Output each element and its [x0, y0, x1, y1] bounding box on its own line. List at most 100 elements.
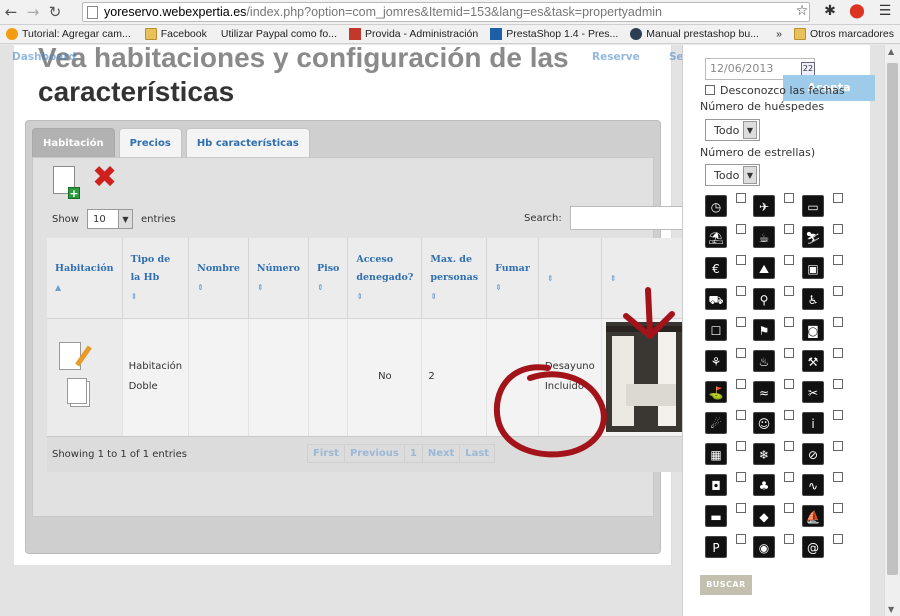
facility-checkbox[interactable] [736, 317, 746, 327]
tab-precios[interactable]: Precios [118, 128, 182, 157]
chevron-down-icon: ▼ [743, 166, 757, 184]
facility-checkbox[interactable] [736, 224, 746, 234]
stars-select[interactable]: Todo ▼ [705, 164, 760, 186]
facility-checkbox[interactable] [784, 286, 794, 296]
facility-checkbox[interactable] [784, 193, 794, 203]
nav-reserve[interactable]: Reserve [592, 51, 640, 63]
delete-icon[interactable]: ✖ [92, 162, 117, 194]
bookmarks-overflow[interactable]: » [776, 28, 782, 40]
facility-checkbox[interactable] [784, 441, 794, 451]
facility-checkbox[interactable] [736, 348, 746, 358]
cell-piso [308, 318, 349, 436]
sort-icon: ⇕ [356, 290, 364, 301]
facility-checkbox[interactable] [736, 379, 746, 389]
facility-checkbox[interactable] [833, 193, 843, 203]
bookmark-facebook[interactable]: Facebook [144, 28, 207, 40]
facility-checkbox[interactable] [833, 410, 843, 420]
col-fumar[interactable]: Fumar ⇕ [486, 238, 539, 319]
facility-checkbox[interactable] [784, 410, 794, 420]
scrollbar[interactable]: ▲ ▼ [884, 45, 900, 616]
pager-page-1[interactable]: 1 [405, 445, 423, 462]
col-numero[interactable]: Número ⇕ [248, 238, 309, 319]
facility-checkbox[interactable] [784, 503, 794, 513]
facility-checkbox[interactable] [784, 255, 794, 265]
url-host: yoreservo.webexpertia.es [104, 5, 247, 19]
facility-checkbox[interactable] [784, 472, 794, 482]
bookmark-prestashop[interactable]: PrestaShop 1.4 - Pres... [490, 28, 618, 40]
pager-first[interactable]: First [308, 445, 345, 462]
menu-icon[interactable]: ☰ [876, 3, 894, 21]
facility-checkbox[interactable] [784, 224, 794, 234]
calendar-icon[interactable]: 22 [801, 62, 815, 76]
sort-icon: ⇕ [256, 281, 264, 292]
facility-checkbox[interactable] [833, 348, 843, 358]
tab-habitacion[interactable]: Habitación [32, 128, 115, 157]
facility-checkbox[interactable] [833, 441, 843, 451]
scrollbar-thumb[interactable] [887, 63, 898, 575]
bookmark-manual[interactable]: Manual prestashop bu... [630, 28, 759, 40]
col-piso[interactable]: Piso ⇕ [308, 238, 349, 319]
col-extra[interactable]: ⇕ [538, 238, 602, 319]
pager-next[interactable]: Next [423, 445, 461, 462]
address-bar[interactable]: yoreservo.webexpertia.es/index.php?optio… [82, 2, 810, 22]
reload-icon[interactable]: ↻ [44, 3, 66, 21]
opera-icon[interactable]: ⬤ [848, 3, 866, 21]
kitchen-icon: ▦ [705, 443, 727, 465]
nav-dashboard[interactable]: Dashboard [12, 51, 76, 63]
facility-checkbox[interactable] [833, 503, 843, 513]
star-icon[interactable]: ☆ [793, 3, 811, 21]
col-habitacion[interactable]: Habitación ▲ [47, 238, 123, 319]
facility-checkbox[interactable] [833, 472, 843, 482]
euro-icon: € [705, 257, 727, 279]
buscar-button[interactable]: BUSCAR [700, 575, 752, 595]
edit-icon[interactable] [59, 342, 81, 371]
facility-checkbox[interactable] [736, 503, 746, 513]
bookmark-provida[interactable]: Provida - Administración [349, 28, 478, 40]
facility-checkbox[interactable] [736, 534, 746, 544]
unknown-dates-checkbox[interactable] [705, 85, 715, 95]
facility-checkbox[interactable] [833, 379, 843, 389]
other-bookmarks[interactable]: Otros marcadores [810, 28, 894, 40]
facility-checkbox[interactable] [833, 286, 843, 296]
scroll-down-icon[interactable]: ▼ [888, 605, 894, 614]
sort-icon: ⇕ [495, 281, 502, 292]
facility-checkbox[interactable] [833, 534, 843, 544]
back-icon[interactable]: ← [0, 3, 22, 21]
pager-previous[interactable]: Previous [345, 445, 405, 462]
guests-select[interactable]: Todo ▼ [705, 119, 760, 141]
facility-checkbox[interactable] [736, 193, 746, 203]
facility-checkbox[interactable] [833, 317, 843, 327]
facility-checkbox[interactable] [784, 317, 794, 327]
golf-icon: ⛳ [705, 381, 727, 403]
copy-icon[interactable] [67, 378, 87, 405]
forward-icon[interactable]: → [22, 3, 44, 21]
col-max-personas[interactable]: Max. de personas ⇕ [421, 238, 488, 319]
pager-last[interactable]: Last [460, 445, 494, 462]
search-input[interactable] [569, 206, 685, 230]
bookmark-tutorial[interactable]: Tutorial: Agregar cam... [6, 28, 131, 40]
room-photo[interactable] [605, 322, 690, 433]
facility-checkbox[interactable] [784, 534, 794, 544]
col-acceso[interactable]: Acceso denegado? ⇕ [347, 238, 423, 319]
tabs: Habitación Precios Hb características [32, 128, 314, 157]
facility-checkbox[interactable] [736, 286, 746, 296]
col-nombre[interactable]: Nombre ⇕ [188, 238, 249, 319]
bookmark-paypal[interactable]: Utilizar Paypal como fo... [0, 28, 337, 82]
extension-icon[interactable]: ✱ [821, 3, 839, 21]
facility-checkbox[interactable] [736, 255, 746, 265]
new-room-icon[interactable]: + [53, 166, 80, 200]
stroller-icon: ⚘ [705, 350, 727, 372]
scroll-up-icon[interactable]: ▲ [888, 47, 894, 56]
facility-checkbox[interactable] [833, 255, 843, 265]
facility-checkbox[interactable] [736, 472, 746, 482]
facility-checkbox[interactable] [736, 441, 746, 451]
facility-checkbox[interactable] [784, 348, 794, 358]
facility-checkbox[interactable] [833, 224, 843, 234]
facility-checkbox[interactable] [736, 410, 746, 420]
entries-select[interactable]: 10 ▼ [86, 209, 133, 229]
facility-checkbox[interactable] [784, 379, 794, 389]
col-tipo[interactable]: Tipo de la Hb ⇕ [122, 238, 190, 319]
row-actions [47, 318, 123, 436]
tab-hb-caracteristicas[interactable]: Hb características [185, 128, 310, 157]
col-image[interactable]: ⇕ [601, 238, 695, 319]
